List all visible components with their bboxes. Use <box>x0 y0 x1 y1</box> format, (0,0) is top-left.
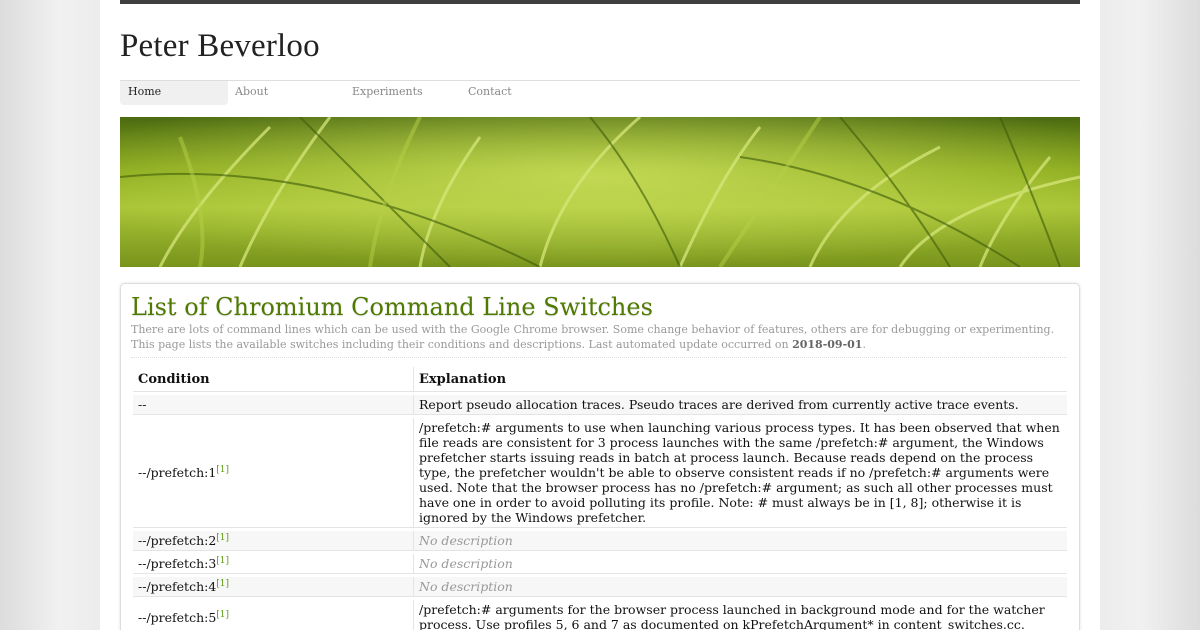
reference-link[interactable]: [1] <box>216 465 229 475</box>
condition-cell: --/prefetch:1[1] <box>133 418 414 528</box>
explanation-cell: No description <box>414 554 1067 574</box>
nav-item-experiments[interactable]: Experiments <box>352 81 423 105</box>
condition-cell: --/prefetch:2[1] <box>133 531 414 551</box>
divider <box>131 357 1067 358</box>
top-bar <box>120 0 1080 4</box>
reference-link[interactable]: [1] <box>216 579 229 589</box>
condition-text: --/prefetch:5 <box>138 609 217 625</box>
intro-body: There are lots of command lines which ca… <box>131 323 1055 351</box>
explanation-cell: /prefetch:# arguments to use when launch… <box>414 418 1067 528</box>
table-row: --/prefetch:1[1] /prefetch:# arguments t… <box>133 418 1067 528</box>
explanation-cell: /prefetch:# arguments for the browser pr… <box>414 600 1067 630</box>
nav-item-home[interactable]: Home <box>120 81 228 105</box>
condition-cell: -- <box>133 395 414 415</box>
condition-text: --/prefetch:1 <box>138 465 217 480</box>
table-row: --/prefetch:5[1] /prefetch:# arguments f… <box>133 600 1067 630</box>
intro-text: There are lots of command lines which ca… <box>131 322 1061 352</box>
table-header-row: Condition Explanation <box>133 367 1067 392</box>
table-row: --/prefetch:3[1] No description <box>133 554 1067 574</box>
grass-banner-image <box>120 117 1080 267</box>
explanation-cell: Report pseudo allocation traces. Pseudo … <box>414 395 1067 415</box>
reference-link[interactable]: [1] <box>216 556 229 566</box>
intro-end: . <box>862 338 866 351</box>
site-title[interactable]: Peter Beverloo <box>120 28 320 65</box>
condition-cell: --/prefetch:4[1] <box>133 577 414 597</box>
nav-item-about[interactable]: About <box>235 81 268 105</box>
page-title: List of Chromium Command Line Switches <box>131 293 653 321</box>
reference-link[interactable]: [1] <box>216 533 229 543</box>
table-row: --/prefetch:2[1] No description <box>133 531 1067 551</box>
condition-text: -- <box>138 397 147 412</box>
nav-item-contact[interactable]: Contact <box>468 81 512 105</box>
header-condition: Condition <box>133 367 414 392</box>
content-panel: List of Chromium Command Line Switches T… <box>120 283 1080 630</box>
table-row: -- Report pseudo allocation traces. Pseu… <box>133 395 1067 415</box>
condition-text: --/prefetch:3 <box>138 556 217 571</box>
condition-text: --/prefetch:2 <box>138 533 217 548</box>
switches-table: Condition Explanation -- Report pseudo a… <box>133 364 1067 630</box>
explanation-cell: No description <box>414 577 1067 597</box>
condition-text: --/prefetch:4 <box>138 579 217 594</box>
main-nav: Home About Experiments Contact <box>120 80 1080 106</box>
reference-link[interactable]: [1] <box>216 610 229 620</box>
page: Peter Beverloo Home About Experiments Co… <box>100 0 1100 630</box>
condition-cell: --/prefetch:5[1] <box>133 600 414 630</box>
table-row: --/prefetch:4[1] No description <box>133 577 1067 597</box>
updated-date: 2018-09-01 <box>792 338 863 351</box>
grass-illustration <box>120 117 1080 267</box>
condition-cell: --/prefetch:3[1] <box>133 554 414 574</box>
explanation-cell: No description <box>414 531 1067 551</box>
header-explanation: Explanation <box>414 367 1067 392</box>
